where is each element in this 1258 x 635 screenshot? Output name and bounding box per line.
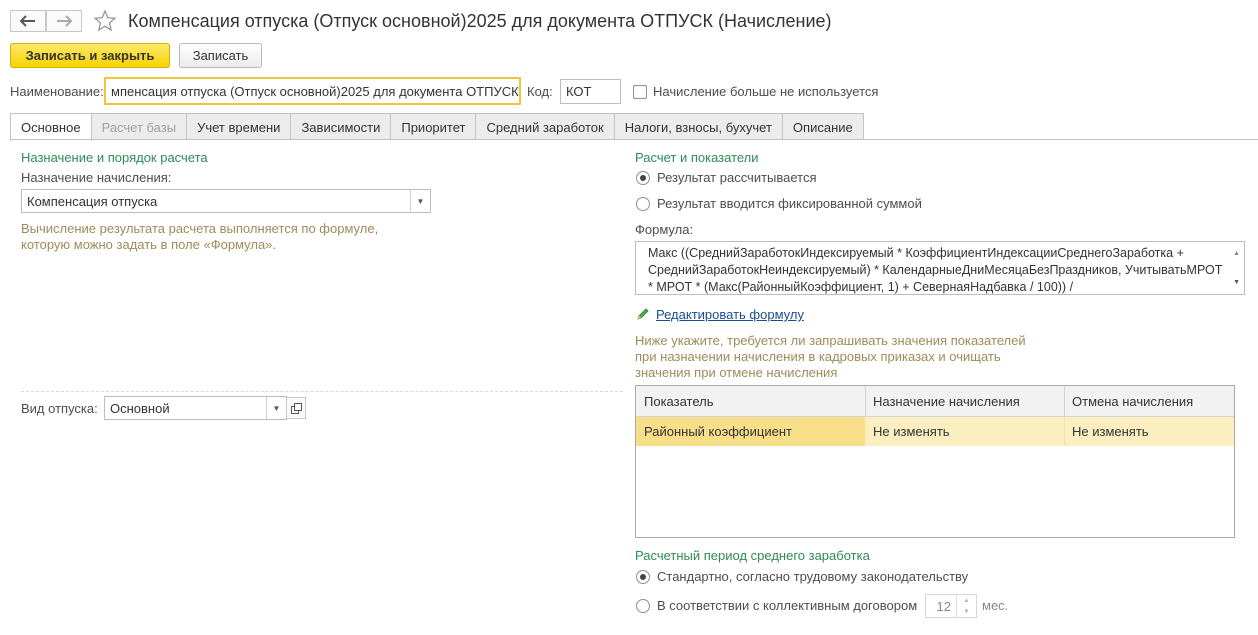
save-and-close-button[interactable]: Записать и закрыть <box>10 43 170 68</box>
table-row[interactable]: Районный коэффициент Не изменять Не изме… <box>636 417 1234 446</box>
radio-calculated-label: Результат рассчитывается <box>657 170 817 185</box>
radio-period-standard[interactable] <box>636 570 650 584</box>
tab-bar: Основное Расчет базы Учет времени Зависи… <box>10 113 864 141</box>
forward-button[interactable] <box>46 10 82 32</box>
tab-average-earnings[interactable]: Средний заработок <box>475 113 615 140</box>
radio-period-contract-label: В соответствии с коллективным договором <box>657 598 918 613</box>
code-input-value: КОТ <box>566 84 592 99</box>
radio-period-standard-label: Стандартно, согласно трудовому законодат… <box>657 569 969 584</box>
code-label: Код: <box>527 84 553 99</box>
formula-text: Макс ((СреднийЗаработокИндексируемый * К… <box>648 246 1223 294</box>
arrow-left-icon <box>20 15 35 27</box>
table-cell-cancel[interactable]: Не изменять <box>1064 417 1234 446</box>
stepper-up-icon[interactable]: ▲ <box>964 598 970 604</box>
purpose-select-value: Компенсация отпуска <box>27 193 158 209</box>
table-cell-indicator[interactable]: Районный коэффициент <box>636 417 865 446</box>
purpose-select[interactable]: Компенсация отпуска ▼ <box>21 189 431 213</box>
purpose-label: Назначение начисления: <box>21 170 172 185</box>
indicators-table: Показатель Назначение начисления Отмена … <box>635 385 1235 538</box>
radio-calculated[interactable] <box>636 171 650 185</box>
tab-divider <box>10 139 1258 140</box>
vacation-kind-select[interactable]: Основной ▼ <box>104 396 287 420</box>
unused-checkbox[interactable] <box>633 85 647 99</box>
vacation-kind-value: Основной <box>110 400 170 416</box>
period-section-title: Расчетный период среднего заработка <box>635 548 870 563</box>
tab-description[interactable]: Описание <box>781 113 864 140</box>
chevron-down-icon[interactable]: ▼ <box>410 190 430 212</box>
arrow-right-icon <box>57 15 72 27</box>
formula-field[interactable]: Макс ((СреднийЗаработокИндексируемый * К… <box>635 241 1245 295</box>
tab-base-calculation[interactable]: Расчет базы <box>90 113 188 140</box>
pencil-icon <box>636 307 650 324</box>
tab-time-accounting[interactable]: Учет времени <box>186 113 292 140</box>
radio-fixed-label: Результат вводится фиксированной суммой <box>657 196 922 211</box>
tab-priority[interactable]: Приоритет <box>390 113 477 140</box>
code-input[interactable]: КОТ <box>560 79 621 104</box>
vacation-kind-label: Вид отпуска: <box>21 401 98 416</box>
name-input[interactable]: мпенсация отпуска (Отпуск основной)2025 … <box>104 77 521 105</box>
tab-dependencies[interactable]: Зависимости <box>290 113 392 140</box>
scroll-down-icon[interactable]: ▼ <box>1233 274 1240 291</box>
radio-period-contract[interactable] <box>636 599 650 613</box>
months-value: 12 <box>936 598 951 614</box>
indicators-note: Ниже укажите, требуется ли запрашивать з… <box>635 333 1026 380</box>
stepper-down-icon[interactable]: ▼ <box>964 609 970 615</box>
table-cell-assign[interactable]: Не изменять <box>865 417 1064 446</box>
open-button[interactable] <box>286 397 306 419</box>
favorite-star-icon[interactable] <box>93 9 117 36</box>
name-input-value: мпенсация отпуска (Отпуск основной)2025 … <box>111 83 519 99</box>
column-header-indicator[interactable]: Показатель <box>636 386 865 416</box>
save-button[interactable]: Записать <box>179 43 262 68</box>
unused-label: Начисление больше не используется <box>653 84 879 99</box>
column-header-cancel[interactable]: Отмена начисления <box>1064 386 1234 416</box>
name-label: Наименование: <box>10 84 104 99</box>
back-button[interactable] <box>10 10 46 32</box>
chevron-down-icon[interactable]: ▼ <box>266 397 286 419</box>
tab-taxes[interactable]: Налоги, взносы, бухучет <box>613 113 783 140</box>
radio-fixed[interactable] <box>636 197 650 211</box>
calc-section-title: Расчет и показатели <box>635 150 759 165</box>
months-unit: мес. <box>982 598 1009 613</box>
page-title: Компенсация отпуска (Отпуск основной)202… <box>128 11 832 31</box>
table-header: Показатель Назначение начисления Отмена … <box>636 386 1234 417</box>
column-header-assign[interactable]: Назначение начисления <box>865 386 1064 416</box>
formula-hint: Вычисление результата расчета выполняетс… <box>21 221 379 252</box>
months-stepper[interactable]: 12 ▲ ▼ <box>925 594 977 618</box>
scroll-up-icon[interactable]: ▲ <box>1233 245 1240 262</box>
section-divider <box>21 391 623 392</box>
purpose-section-title: Назначение и порядок расчета <box>21 150 208 165</box>
formula-label: Формула: <box>635 222 694 237</box>
edit-formula-link[interactable]: Редактировать формулу <box>656 307 804 322</box>
tab-main[interactable]: Основное <box>10 113 92 141</box>
open-window-icon <box>290 402 302 414</box>
